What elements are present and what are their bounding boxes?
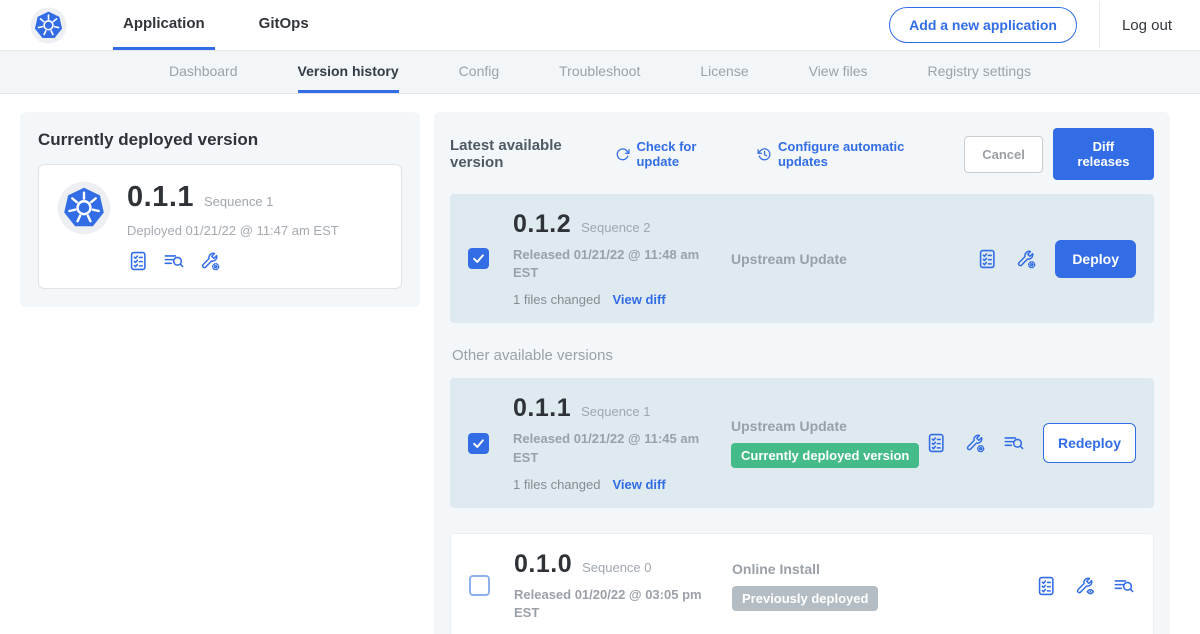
tab-troubleshoot[interactable]: Troubleshoot [559, 51, 640, 93]
diff-releases-button[interactable]: Diff releases [1053, 128, 1154, 180]
top-nav: Application GitOps Add a new application… [0, 0, 1200, 50]
version-source: Online Install [732, 561, 1035, 577]
cancel-button[interactable]: Cancel [964, 136, 1043, 173]
tab-config[interactable]: Config [459, 51, 499, 93]
tab-gitops[interactable]: GitOps [249, 0, 319, 50]
deploy-button[interactable]: Deploy [1055, 240, 1136, 278]
version-checkbox[interactable] [469, 575, 490, 596]
deployed-version-sequence: Sequence 1 [204, 194, 273, 209]
release-notes-icon[interactable] [127, 250, 149, 272]
deployed-version-number: 0.1.1 [127, 181, 194, 214]
currently-deployed-title: Currently deployed version [38, 130, 402, 150]
view-diff-link[interactable]: View diff [612, 292, 665, 307]
currently-deployed-panel: Currently deployed version 0.1.1 Sequenc… [20, 112, 420, 307]
checkmark-icon [471, 251, 486, 266]
kubernetes-logo-icon [30, 0, 67, 50]
checkmark-icon [471, 436, 486, 451]
version-row-0-1-1: 0.1.1 Sequence 1 Released 01/21/22 @ 11:… [450, 378, 1154, 507]
view-diff-link[interactable]: View diff [612, 477, 665, 492]
version-number: 0.1.0 [514, 550, 572, 579]
released-timestamp: Released 01/21/22 @ 11:48 am EST [513, 246, 727, 282]
tab-view-files[interactable]: View files [809, 51, 868, 93]
other-versions-label: Other available versions [452, 347, 1152, 364]
view-config-icon[interactable] [1074, 575, 1096, 597]
tab-dashboard[interactable]: Dashboard [169, 51, 238, 93]
tab-application-label: Application [123, 15, 205, 32]
version-history-panel: Latest available version Check for updat… [434, 112, 1170, 634]
currently-deployed-badge: Currently deployed version [731, 443, 919, 468]
edit-config-icon[interactable] [199, 250, 221, 272]
check-for-update-link[interactable]: Check for update [615, 139, 731, 169]
release-notes-icon[interactable] [925, 432, 947, 454]
files-changed: 1 files changed [513, 292, 600, 307]
version-sequence: Sequence 2 [581, 220, 650, 235]
add-application-button[interactable]: Add a new application [889, 7, 1077, 43]
configure-updates-label: Configure automatic updates [778, 139, 938, 169]
version-source: Upstream Update [731, 418, 925, 434]
released-timestamp: Released 01/20/22 @ 03:05 pm EST [514, 586, 728, 622]
refresh-icon [615, 146, 630, 163]
version-number: 0.1.1 [513, 394, 571, 423]
version-row-0-1-0: 0.1.0 Sequence 0 Released 01/20/22 @ 03:… [450, 533, 1154, 634]
configure-updates-link[interactable]: Configure automatic updates [757, 139, 938, 169]
deployed-timestamp: Deployed 01/21/22 @ 11:47 am EST [127, 223, 339, 238]
version-number: 0.1.2 [513, 210, 571, 239]
version-sequence: Sequence 0 [582, 560, 651, 575]
tab-application[interactable]: Application [113, 0, 215, 50]
view-files-icon[interactable] [1113, 575, 1135, 597]
version-source: Upstream Update [731, 251, 976, 267]
edit-config-icon[interactable] [964, 432, 986, 454]
deployed-version-card: 0.1.1 Sequence 1 Deployed 01/21/22 @ 11:… [38, 164, 402, 289]
version-row-0-1-2: 0.1.2 Sequence 2 Released 01/21/22 @ 11:… [450, 194, 1154, 323]
view-files-icon[interactable] [1003, 432, 1025, 454]
check-for-update-label: Check for update [636, 139, 730, 169]
version-checkbox[interactable] [468, 248, 489, 269]
edit-config-icon[interactable] [1015, 248, 1037, 270]
topnav-tabs: Application GitOps [113, 0, 353, 50]
app-logo-icon [57, 181, 111, 235]
logout-button[interactable]: Log out [1122, 17, 1172, 34]
latest-version-title: Latest available version [450, 137, 601, 171]
nav-divider [1099, 2, 1100, 48]
sub-nav: Dashboard Version history Config Trouble… [0, 50, 1200, 94]
clock-refresh-icon [757, 146, 772, 163]
redeploy-button[interactable]: Redeploy [1043, 423, 1136, 463]
release-notes-icon[interactable] [976, 248, 998, 270]
version-checkbox[interactable] [468, 433, 489, 454]
previously-deployed-badge: Previously deployed [732, 586, 878, 611]
files-changed: 1 files changed [513, 477, 600, 492]
view-files-icon[interactable] [163, 250, 185, 272]
tab-gitops-label: GitOps [259, 15, 309, 32]
tab-license[interactable]: License [700, 51, 748, 93]
tab-version-history[interactable]: Version history [298, 51, 399, 93]
released-timestamp: Released 01/21/22 @ 11:45 am EST [513, 430, 727, 466]
release-notes-icon[interactable] [1035, 575, 1057, 597]
version-sequence: Sequence 1 [581, 404, 650, 419]
tab-registry-settings[interactable]: Registry settings [928, 51, 1031, 93]
